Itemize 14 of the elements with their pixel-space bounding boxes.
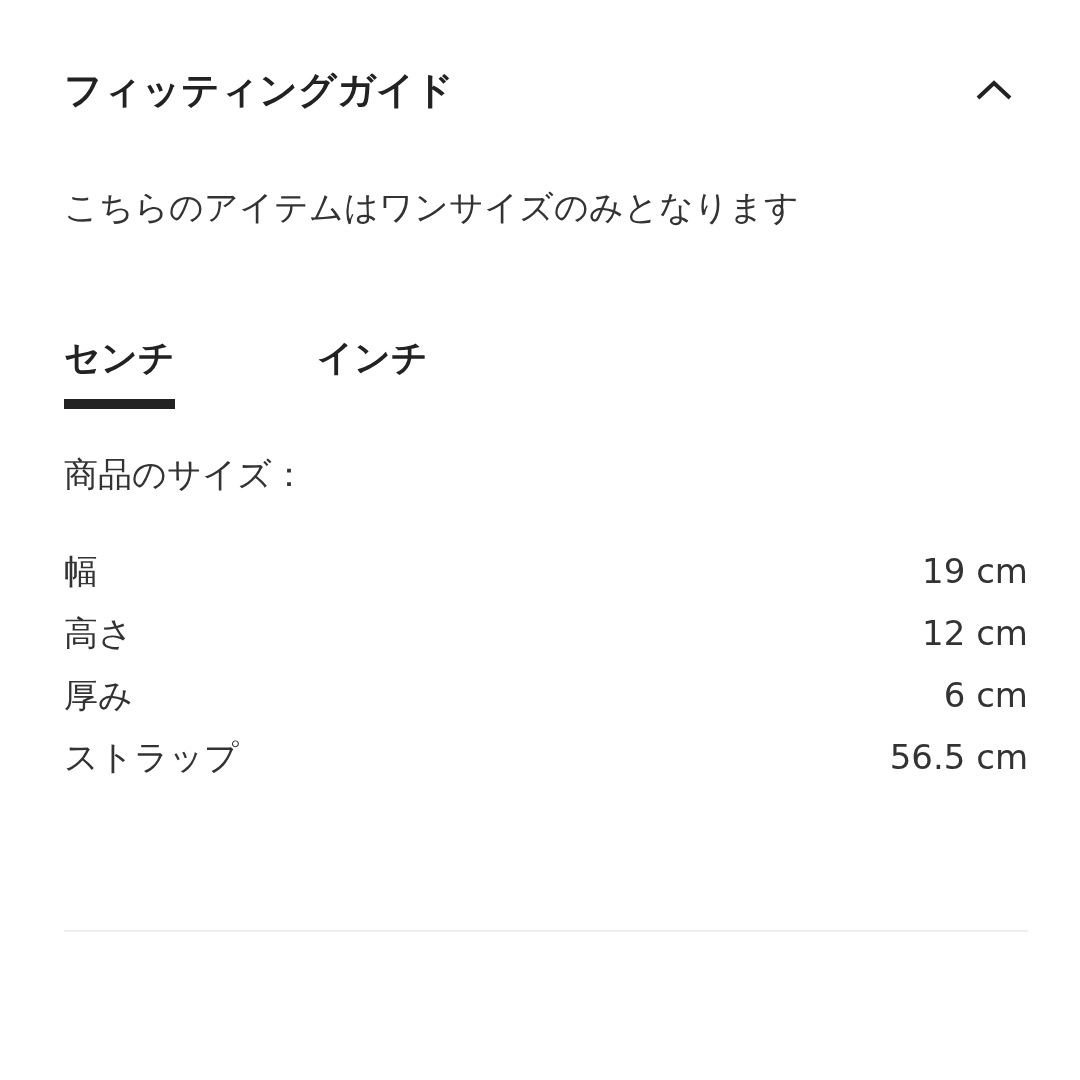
one-size-note: こちらのアイテムはワンサイズのみとなります	[64, 186, 800, 229]
chevron-icon[interactable]	[974, 78, 1014, 102]
unit-tab[interactable]: インチ	[317, 331, 428, 409]
dimension-name: 幅	[64, 549, 98, 593]
dimension-value: 12 cm	[922, 611, 1028, 655]
size-label: 商品のサイズ：	[64, 453, 307, 496]
dimension-name: 高さ	[64, 611, 133, 655]
unit-tab[interactable]: センチ	[64, 331, 175, 409]
dimension-value: 6 cm	[943, 673, 1028, 717]
dimension-name: 厚み	[64, 673, 133, 717]
section-title: フィッティングガイド	[64, 66, 454, 114]
dimension-value: 19 cm	[922, 549, 1028, 593]
dimension-name: ストラップ	[64, 735, 239, 779]
dimension-value: 56.5 cm	[889, 735, 1028, 779]
